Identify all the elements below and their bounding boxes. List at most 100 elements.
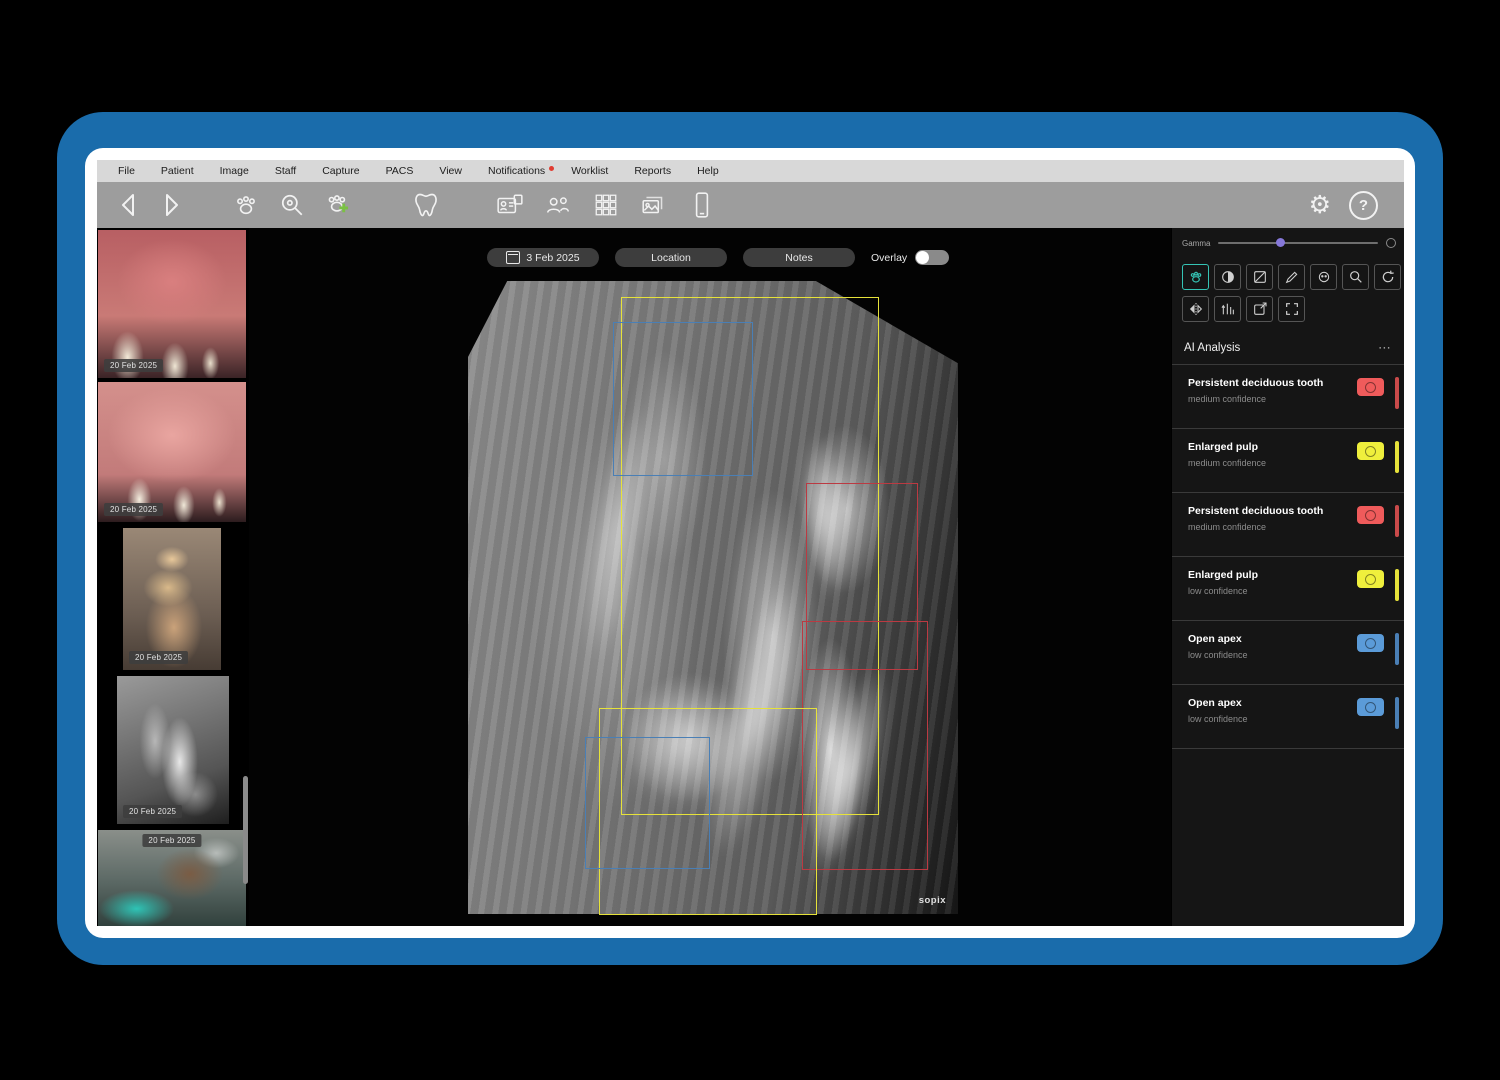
annotate-pen-icon[interactable] bbox=[1278, 264, 1305, 290]
menu-notifications[interactable]: Notifications bbox=[475, 165, 558, 177]
settings-gear-icon[interactable]: ⚙ bbox=[1309, 193, 1331, 218]
annotation-box-open-apex-1[interactable] bbox=[613, 322, 753, 476]
mobile-device-icon[interactable] bbox=[687, 190, 717, 220]
zoom-icon[interactable] bbox=[1342, 264, 1369, 290]
finding-confidence: medium confidence bbox=[1188, 394, 1358, 404]
thumbnail-gum-photo-2[interactable]: 20 Feb 2025 bbox=[98, 382, 246, 522]
gamma-reset-icon[interactable] bbox=[1386, 238, 1396, 248]
finding-title: Enlarged pulp bbox=[1188, 569, 1358, 582]
menu-image[interactable]: Image bbox=[207, 165, 262, 177]
ai-analysis-header: AI Analysis ⋯ bbox=[1172, 332, 1404, 365]
ai-detect-icon[interactable] bbox=[1310, 264, 1337, 290]
thumbnail-procedure-photo[interactable]: 20 Feb 2025 bbox=[98, 830, 246, 926]
menu-capture[interactable]: Capture bbox=[309, 165, 372, 177]
finding-chip-icon bbox=[1365, 638, 1376, 649]
thumbnail-scrollbar[interactable] bbox=[243, 776, 248, 884]
users-icon[interactable] bbox=[543, 190, 573, 220]
staff-card-icon[interactable] bbox=[495, 190, 525, 220]
finding-chip-icon bbox=[1365, 446, 1376, 457]
back-icon[interactable] bbox=[113, 190, 143, 220]
finding-visibility-button[interactable] bbox=[1357, 506, 1384, 524]
finding-title: Open apex bbox=[1188, 697, 1358, 710]
thumbnail-date-badge: 20 Feb 2025 bbox=[129, 651, 188, 664]
finding-item[interactable]: Open apex low confidence bbox=[1172, 621, 1404, 685]
finding-title: Enlarged pulp bbox=[1188, 441, 1358, 454]
finding-item[interactable]: Persistent deciduous tooth medium confid… bbox=[1172, 493, 1404, 557]
thumbnail-xray[interactable]: 20 Feb 2025 bbox=[117, 676, 229, 824]
menu-file[interactable]: File bbox=[105, 165, 148, 177]
annotation-box-open-apex-2[interactable] bbox=[585, 737, 710, 869]
findings-list: Persistent deciduous tooth medium confid… bbox=[1172, 365, 1404, 749]
thumbnail-date-badge: 20 Feb 2025 bbox=[142, 834, 201, 847]
annotation-box-deciduous-tooth-2[interactable] bbox=[802, 621, 928, 870]
tooth-chart-icon[interactable] bbox=[411, 190, 441, 220]
search-patient-icon[interactable] bbox=[277, 190, 307, 220]
paw-tool-icon[interactable] bbox=[1182, 264, 1209, 290]
image-gallery-icon[interactable] bbox=[639, 190, 669, 220]
finding-confidence: low confidence bbox=[1188, 714, 1358, 724]
ai-analysis-menu[interactable]: ⋯ bbox=[1378, 340, 1404, 356]
menu-reports[interactable]: Reports bbox=[621, 165, 684, 177]
finding-severity-bar bbox=[1395, 505, 1399, 537]
forward-icon[interactable] bbox=[157, 190, 187, 220]
contrast-icon[interactable] bbox=[1214, 264, 1241, 290]
thumbnail-gum-photo-1[interactable]: 20 Feb 2025 bbox=[98, 230, 246, 378]
thumbnail-date-badge: 20 Feb 2025 bbox=[123, 805, 182, 818]
screen-frame: File Patient Image Staff Capture PACS Vi… bbox=[85, 148, 1415, 938]
flip-icon[interactable] bbox=[1182, 296, 1209, 322]
menu-staff[interactable]: Staff bbox=[262, 165, 309, 177]
grid-view-icon[interactable] bbox=[591, 190, 621, 220]
help-icon[interactable]: ? bbox=[1349, 191, 1378, 220]
finding-visibility-button[interactable] bbox=[1357, 698, 1384, 716]
menu-patient[interactable]: Patient bbox=[148, 165, 207, 177]
overlay-toggle[interactable] bbox=[915, 250, 949, 265]
finding-item[interactable]: Enlarged pulp medium confidence bbox=[1172, 429, 1404, 493]
finding-title: Open apex bbox=[1188, 633, 1358, 646]
stage: File Patient Image Staff Capture PACS Vi… bbox=[0, 0, 1500, 1080]
gamma-label: Gamma bbox=[1182, 239, 1210, 248]
finding-item[interactable]: Enlarged pulp low confidence bbox=[1172, 557, 1404, 621]
xray-viewer: 3 Feb 2025 Location Notes Overlay bbox=[249, 228, 1171, 926]
finding-visibility-button[interactable] bbox=[1357, 570, 1384, 588]
rotate-icon[interactable] bbox=[1374, 264, 1401, 290]
finding-visibility-button[interactable] bbox=[1357, 378, 1384, 396]
menu-bar: File Patient Image Staff Capture PACS Vi… bbox=[97, 160, 1404, 183]
finding-severity-bar bbox=[1395, 441, 1399, 473]
finding-chip-icon bbox=[1365, 510, 1376, 521]
finding-item[interactable]: Persistent deciduous tooth medium confid… bbox=[1172, 365, 1404, 429]
export-icon[interactable] bbox=[1246, 296, 1273, 322]
overlay-label: Overlay bbox=[871, 252, 907, 264]
finding-severity-bar bbox=[1395, 697, 1399, 729]
fullscreen-icon[interactable] bbox=[1278, 296, 1305, 322]
finding-visibility-button[interactable] bbox=[1357, 442, 1384, 460]
paw-icon[interactable] bbox=[231, 190, 261, 220]
device-frame: File Patient Image Staff Capture PACS Vi… bbox=[57, 112, 1443, 965]
finding-chip-icon bbox=[1365, 574, 1376, 585]
finding-chip-icon bbox=[1365, 382, 1376, 393]
app-window: File Patient Image Staff Capture PACS Vi… bbox=[97, 160, 1404, 926]
date-button[interactable]: 3 Feb 2025 bbox=[487, 248, 599, 267]
image-tools-row-2 bbox=[1182, 296, 1305, 322]
histogram-icon[interactable] bbox=[1214, 296, 1241, 322]
thumbnail-sidebar: 20 Feb 2025 20 Feb 2025 20 Feb 2025 20 F… bbox=[97, 228, 249, 926]
finding-confidence: low confidence bbox=[1188, 586, 1358, 596]
notes-button[interactable]: Notes bbox=[743, 248, 855, 267]
menu-worklist[interactable]: Worklist bbox=[558, 165, 621, 177]
image-tools-row-1 bbox=[1182, 264, 1401, 290]
finding-visibility-button[interactable] bbox=[1357, 634, 1384, 652]
menu-help[interactable]: Help bbox=[684, 165, 732, 177]
levels-icon[interactable] bbox=[1246, 264, 1273, 290]
thumbnail-patient-photo[interactable]: 20 Feb 2025 bbox=[123, 528, 221, 670]
gamma-slider[interactable] bbox=[1218, 242, 1378, 244]
finding-severity-bar bbox=[1395, 377, 1399, 409]
add-patient-icon[interactable] bbox=[323, 190, 353, 220]
finding-severity-bar bbox=[1395, 633, 1399, 665]
finding-title: Persistent deciduous tooth bbox=[1188, 505, 1358, 518]
menu-view[interactable]: View bbox=[426, 165, 475, 177]
finding-severity-bar bbox=[1395, 569, 1399, 601]
toolbar: ⚙ ? bbox=[97, 182, 1404, 229]
menu-pacs[interactable]: PACS bbox=[373, 165, 427, 177]
location-button[interactable]: Location bbox=[615, 248, 727, 267]
gamma-slider-thumb[interactable] bbox=[1276, 238, 1285, 247]
finding-item[interactable]: Open apex low confidence bbox=[1172, 685, 1404, 749]
